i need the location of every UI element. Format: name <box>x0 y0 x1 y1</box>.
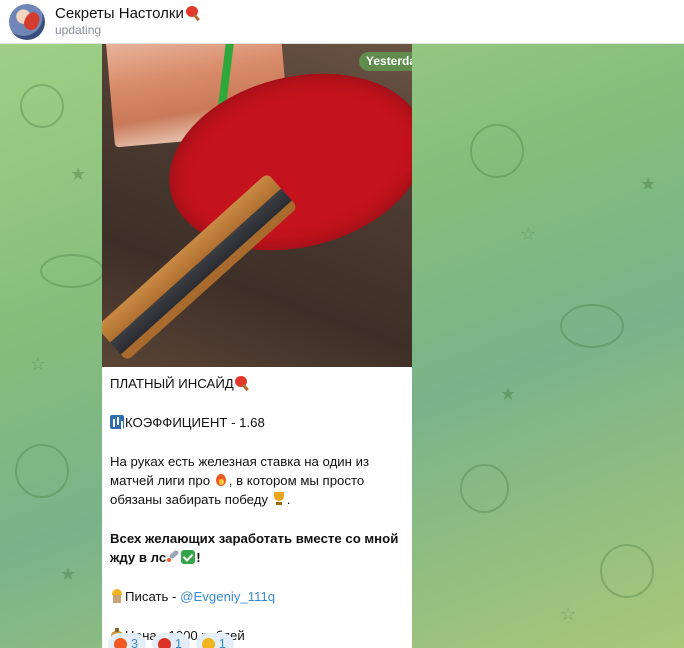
channel-title[interactable]: Секреты Настолки <box>55 5 200 22</box>
contact-line: Писать - @Evgeniy_111q <box>110 587 405 606</box>
cta-paragraph: Всех желающих заработать вместе со мной … <box>110 529 405 567</box>
coefficient-line: КОЭФФИЦИЕНТ - 1.68 <box>110 413 405 432</box>
doodle-circle <box>470 124 524 178</box>
body-text-3: . <box>286 492 291 507</box>
message-photo[interactable]: Yesterday <box>102 44 412 367</box>
contact-label: Писать - <box>125 589 181 604</box>
rocket-icon <box>166 550 180 564</box>
thumbs-up-icon <box>201 637 215 648</box>
message-title-line: ПЛАТНЫЙ ИНСАЙД <box>110 374 405 393</box>
check-mark-icon <box>181 550 196 564</box>
doodle-star-icon: ★ <box>70 164 87 184</box>
heart-icon <box>157 637 171 648</box>
worker-icon <box>110 589 124 603</box>
doodle-circle <box>460 464 509 513</box>
doodle-star-icon: ★ <box>500 384 517 404</box>
doodle-star-icon: ★ <box>60 564 77 584</box>
reaction-count: 1 <box>218 637 226 648</box>
ping-pong-icon <box>185 6 200 20</box>
message-time-badge: Yesterday <box>359 52 412 71</box>
fire-icon <box>214 473 228 487</box>
doodle-circle <box>15 444 69 498</box>
reaction-fire[interactable]: 3 <box>108 633 146 648</box>
title-text: ПЛАТНЫЙ ИНСАЙД <box>110 376 234 391</box>
doodle-circle <box>40 254 104 288</box>
contact-link[interactable]: @Evgeniy_111q <box>180 589 275 604</box>
chat-header[interactable]: Секреты Настолки updating <box>0 0 684 44</box>
message-text: ПЛАТНЫЙ ИНСАЙД КОЭФФИЦИЕНТ - 1.68 На рук… <box>110 374 405 645</box>
doodle-circle <box>600 544 654 598</box>
doodle-circle <box>20 84 64 128</box>
doodle-star-icon: ☆ <box>520 224 537 244</box>
reaction-count: 1 <box>174 637 182 648</box>
cta-end-text: ! <box>196 550 201 565</box>
doodle-star-icon: ☆ <box>30 354 47 374</box>
message-bubble[interactable]: Yesterday ПЛАТНЫЙ ИНСАЙД КОЭФФИЦИЕНТ - 1… <box>102 44 412 648</box>
doodle-circle <box>560 304 624 348</box>
ping-pong-icon <box>234 376 248 390</box>
bar-chart-icon <box>110 415 124 429</box>
body-paragraph: На руках есть железная ставка на один из… <box>110 452 405 509</box>
reaction-heart[interactable]: 1 <box>151 633 190 648</box>
channel-name: Секреты Настолки <box>55 5 184 22</box>
trophy-icon <box>272 492 286 506</box>
channel-avatar[interactable] <box>9 4 45 40</box>
chat-area[interactable]: ★ ☆ ★ ☆ ★ ★ ☆ Yesterday ПЛАТНЫЙ ИНСАЙД К… <box>0 44 684 648</box>
cta-text: Всех желающих заработать вместе со мной … <box>110 531 399 565</box>
fire-icon <box>114 637 127 648</box>
doodle-star-icon: ☆ <box>560 604 577 624</box>
coefficient-text: КОЭФФИЦИЕНТ - 1.68 <box>125 415 265 430</box>
reaction-thumbs-up[interactable]: 1 <box>195 633 234 648</box>
reaction-count: 3 <box>131 637 138 648</box>
doodle-star-icon: ★ <box>640 174 657 194</box>
reactions-bar: 3 1 1 <box>108 633 234 648</box>
channel-status: updating <box>55 23 102 37</box>
